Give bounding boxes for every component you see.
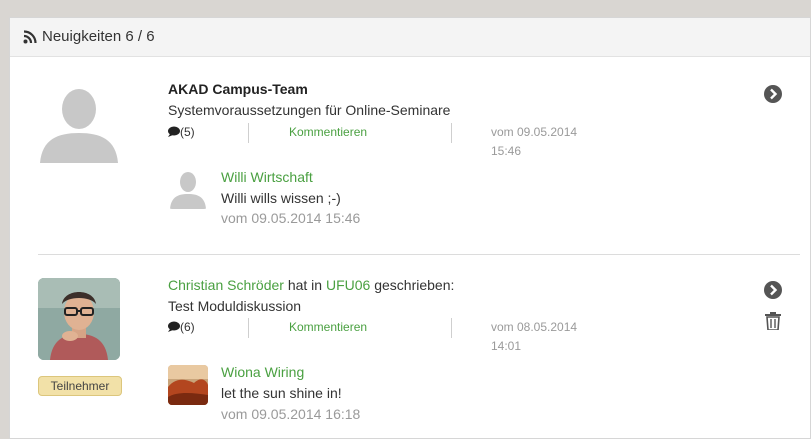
entry-headline: Christian Schröder hat in UFU06 geschrie… (168, 277, 454, 293)
divider (451, 318, 452, 338)
divider (248, 318, 249, 338)
news-entry: AKAD Campus-Team Systemvoraussetzungen f… (10, 57, 810, 257)
news-entry: Teilnehmer Christian Schröder hat in UFU… (10, 255, 810, 438)
reply-date: vom 09.05.2014 15:46 (221, 210, 361, 226)
user-photo (38, 278, 120, 360)
headline-suffix: geschrieben: (374, 277, 455, 293)
reply-text: let the sun shine in! (221, 385, 342, 401)
comment-count-value: (6) (180, 320, 195, 334)
divider (451, 123, 452, 143)
open-entry-button[interactable] (764, 85, 782, 103)
comment-link[interactable]: Kommentieren (289, 125, 367, 139)
comment-link[interactable]: Kommentieren (289, 320, 367, 334)
person-placeholder-icon (40, 89, 118, 163)
reply-date: vom 09.05.2014 16:18 (221, 406, 361, 422)
entry-subject[interactable]: Test Moduldiskussion (168, 298, 301, 314)
panel-header: Neuigkeiten 6 / 6 (10, 18, 810, 57)
panel-title: Neuigkeiten 6 / 6 (42, 28, 155, 45)
entry-date: vom 08.05.2014 (491, 320, 578, 334)
entry-time: 15:46 (491, 144, 522, 158)
reply-avatar[interactable] (168, 169, 208, 209)
reply-author[interactable]: Wiona Wiring (221, 364, 304, 380)
headline-middle: hat in (287, 277, 323, 293)
comment-count[interactable]: (5) (168, 125, 195, 139)
reply-avatar[interactable] (168, 365, 208, 405)
rss-icon (23, 30, 37, 44)
user-photo (168, 365, 208, 405)
speech-bubble-icon (168, 321, 180, 332)
chevron-right-icon (770, 284, 778, 296)
role-badge: Teilnehmer (38, 376, 122, 396)
entry-date: vom 09.05.2014 (491, 125, 578, 139)
person-placeholder-icon (170, 172, 206, 209)
avatar[interactable] (38, 278, 120, 360)
open-entry-button[interactable] (764, 281, 782, 299)
reply-text: Willi wills wissen ;-) (221, 190, 341, 206)
trash-icon[interactable] (765, 312, 781, 330)
comment-count-value: (5) (180, 125, 195, 139)
entry-author[interactable]: Christian Schröder (168, 277, 284, 293)
entry-author[interactable]: AKAD Campus-Team (168, 81, 308, 97)
chevron-right-icon (770, 88, 778, 100)
entry-time: 14:01 (491, 339, 522, 353)
speech-bubble-icon (168, 126, 180, 137)
reply-author[interactable]: Willi Wirtschaft (221, 169, 313, 185)
entry-subject[interactable]: Systemvoraussetzungen für Online-Seminar… (168, 102, 450, 118)
comment-count[interactable]: (6) (168, 320, 195, 334)
news-panel: Neuigkeiten 6 / 6 AKAD Campus-Team Syste… (9, 17, 811, 439)
course-link[interactable]: UFU06 (326, 277, 370, 293)
divider (248, 123, 249, 143)
avatar[interactable] (38, 83, 120, 165)
